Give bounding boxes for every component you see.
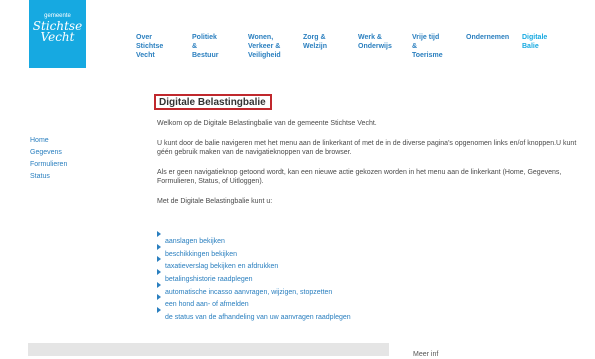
- footer-panel: [28, 343, 389, 356]
- logo-line-3: Vecht: [40, 30, 75, 44]
- arrow-right-icon: [157, 231, 161, 237]
- list-item: aanslagen bekijken: [157, 230, 351, 245]
- footer-more-info: Meer inf: [413, 351, 439, 358]
- nav-digitale-balie[interactable]: Digitale Balie: [522, 33, 547, 51]
- list-item: betalingshistorie raadplegen: [157, 268, 351, 283]
- arrow-right-icon: [157, 243, 161, 250]
- arrow-right-icon: [157, 269, 161, 276]
- nav-zorg-welzijn[interactable]: Zorg & Welzijn: [303, 33, 327, 51]
- nav-wonen-verkeer-veiligheid[interactable]: Wonen, Verkeer & Veiligheid: [248, 33, 281, 60]
- sidebar-menu: Home Gegevens Formulieren Status: [30, 135, 67, 183]
- arrow-right-icon: [157, 281, 161, 288]
- sidebar-item-formulieren[interactable]: Formulieren: [30, 159, 67, 171]
- page-title: Digitale Belastingbalie: [159, 97, 266, 108]
- list-item: beschikkingen bekijken: [157, 243, 351, 258]
- arrow-right-icon: [157, 256, 161, 263]
- list-item: een hond aan- of afmelden: [157, 293, 351, 308]
- nav-over-stichtse-vecht[interactable]: Over Stichtse Vecht: [136, 33, 163, 60]
- menu-paragraph: Als er geen navigatieknop getoond wordt,…: [157, 169, 562, 185]
- options-intro-paragraph: Met de Digitale Belastingbalie kunt u:: [157, 198, 273, 205]
- nav-ondernemen[interactable]: Ondernemen: [466, 33, 509, 42]
- nav-vrije-tijd-toerisme[interactable]: Vrije tijd & Toerisme: [412, 33, 443, 60]
- nav-politiek-bestuur[interactable]: Politiek & Bestuur: [192, 33, 218, 60]
- nav-werk-onderwijs[interactable]: Werk & Onderwijs: [358, 33, 392, 51]
- welcome-paragraph: Welkom op de Digitale Belastingbalie van…: [157, 120, 377, 127]
- gemeente-logo[interactable]: gemeente Stichtse Vecht: [29, 0, 86, 68]
- sidebar-item-gegevens[interactable]: Gegevens: [30, 147, 67, 159]
- link-status-afhandeling[interactable]: de status van de afhandeling van uw aanv…: [165, 314, 351, 321]
- list-item: taxatieverslag bekijken en afdrukken: [157, 255, 351, 270]
- intro-content: Welkom op de Digitale Belastingbalie van…: [157, 119, 577, 206]
- sidebar-item-home[interactable]: Home: [30, 135, 67, 147]
- list-item: de status van de afhandeling van uw aanv…: [157, 306, 351, 321]
- arrow-right-icon: [157, 307, 161, 314]
- sidebar-item-status[interactable]: Status: [30, 171, 67, 183]
- arrow-right-icon: [157, 294, 161, 301]
- page-title-box: Digitale Belastingbalie: [154, 94, 272, 110]
- navigation-paragraph: U kunt door de balie navigeren met het m…: [157, 140, 577, 156]
- list-item: automatische incasso aanvragen, wijzigen…: [157, 281, 351, 296]
- service-links-list: aanslagen bekijken beschikkingen bekijke…: [157, 230, 351, 321]
